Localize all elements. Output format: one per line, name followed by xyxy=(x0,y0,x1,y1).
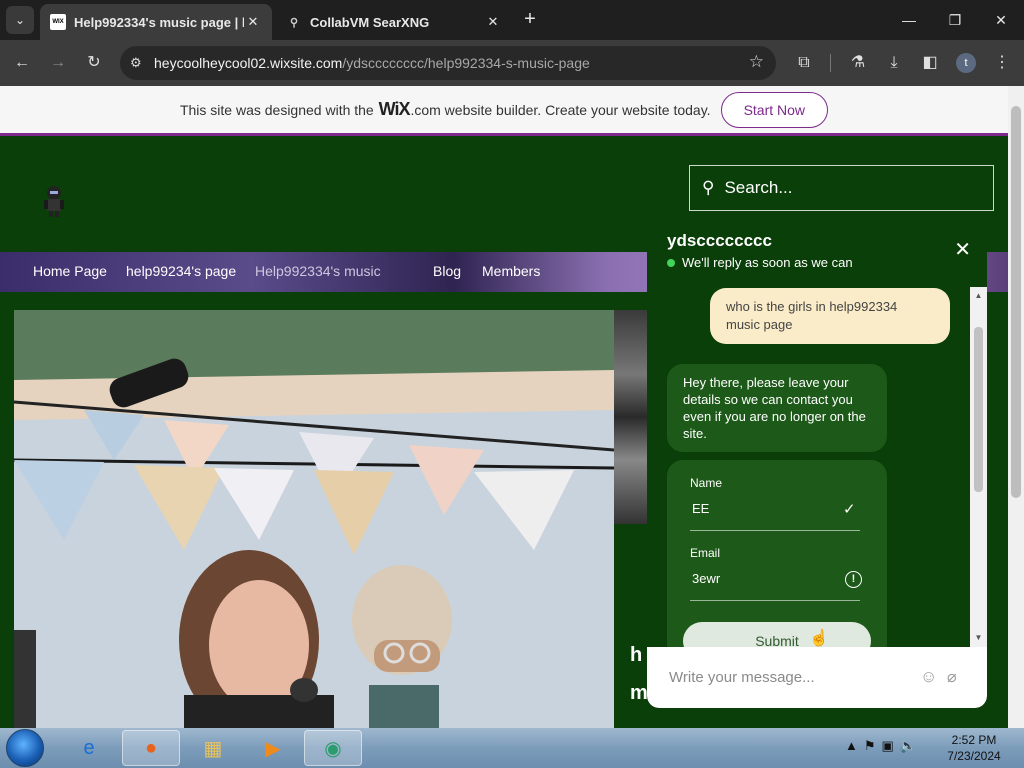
clock-time: 2:52 PM xyxy=(951,733,997,747)
site-logo-character-icon[interactable] xyxy=(40,184,68,218)
user-message-bubble: who is the girls in help992334 music pag… xyxy=(710,288,950,344)
nav-help99234-page[interactable]: help99234's page xyxy=(126,263,236,279)
clock-date: 7/23/2024 xyxy=(947,749,1001,763)
tab-title: CollabVM SearXNG xyxy=(310,14,430,30)
email-field-underline xyxy=(690,600,860,601)
extensions-puzzle-icon[interactable]: ⧉ xyxy=(792,51,816,75)
chat-messages: who is the girls in help992334 music pag… xyxy=(647,287,987,647)
pin-icon: ⚲ xyxy=(289,16,299,29)
edge-browser-icon[interactable]: ◉ xyxy=(304,730,362,766)
start-button[interactable] xyxy=(6,729,44,767)
address-bar[interactable]: ⚙ heycoolheycool02.wixsite.com/ydscccccc… xyxy=(120,46,776,80)
wix-logo[interactable]: WiX xyxy=(379,99,411,120)
nav-home-page[interactable]: Home Page xyxy=(33,263,107,279)
name-field[interactable]: EE xyxy=(692,501,709,516)
scroll-down-arrow-icon[interactable]: ▼ xyxy=(970,633,987,642)
chat-status-text: We'll reply as soon as we can xyxy=(682,255,853,270)
url-host: heycoolheycool02.wixsite.com xyxy=(154,55,343,71)
search-placeholder: Search... xyxy=(724,178,793,197)
online-dot-icon xyxy=(667,258,675,267)
chat-message-input[interactable]: Write your message... ☺ ⌀ xyxy=(647,647,987,708)
page-scroll-thumb[interactable] xyxy=(1011,106,1021,498)
reload-icon[interactable]: ↻ xyxy=(82,51,106,75)
site-settings-icon[interactable]: ⚙ xyxy=(130,55,154,71)
start-now-button[interactable]: Start Now xyxy=(720,91,829,128)
hand-cursor-icon: ☝ xyxy=(809,630,829,647)
checkmark-icon: ✓ xyxy=(843,501,856,518)
profile-avatar[interactable]: t xyxy=(956,53,976,73)
forward-arrow-icon[interactable]: → xyxy=(46,51,70,75)
download-icon[interactable]: ⤓ xyxy=(882,51,906,75)
name-field-underline xyxy=(690,530,860,531)
nav-music-page[interactable]: Help992334's music xyxy=(255,263,381,279)
tab-title: Help992334's music page | hel xyxy=(74,14,244,30)
chat-input-placeholder: Write your message... xyxy=(669,669,815,686)
media-player-icon[interactable]: ▶ xyxy=(244,730,302,766)
attachment-clip-icon[interactable]: ⌀ xyxy=(947,667,957,687)
error-alert-icon: ! xyxy=(845,571,862,588)
clock[interactable]: 2:52 PM 7/23/2024 xyxy=(940,732,1008,764)
scroll-up-arrow-icon[interactable]: ▲ xyxy=(970,291,987,300)
email-field[interactable]: 3ewr xyxy=(692,571,720,586)
tab-music-page[interactable]: WIX Help992334's music page | hel ✕ xyxy=(40,4,272,40)
chat-widget: ydscccccccc We'll reply as soon as we ca… xyxy=(647,219,987,708)
browser-toolbar: ← → ↻ ⚙ heycoolheycool02.wixsite.com/yds… xyxy=(0,40,1024,86)
tab-search-chevron-icon[interactable]: ⌄ xyxy=(6,6,34,34)
email-label: Email xyxy=(690,546,721,560)
system-tray-icons[interactable]: ▲⚑▣🔈 xyxy=(845,738,922,754)
minimize-icon[interactable]: — xyxy=(897,8,921,32)
labs-flask-icon[interactable]: ⚗ xyxy=(846,51,870,75)
contact-form-card: Name EE ✓ Email 3ewr ! Submit ☝ xyxy=(667,460,887,647)
chat-header: ydscccccccc We'll reply as soon as we ca… xyxy=(647,219,987,287)
internet-explorer-icon[interactable]: e xyxy=(60,730,118,766)
tab-close-icon[interactable]: ✕ xyxy=(484,14,502,30)
chat-status: We'll reply as soon as we can xyxy=(667,255,853,270)
side-panel-icon[interactable]: ◧ xyxy=(918,51,942,75)
chat-business-name: ydscccccccc xyxy=(667,231,772,250)
emoji-icon[interactable]: ☺ xyxy=(920,667,937,687)
site-search-input[interactable]: ⚲ Search... xyxy=(689,165,994,211)
banner-text-after: .com website builder. Create your websit… xyxy=(410,101,711,118)
banner-text-before: This site was designed with the xyxy=(179,101,374,118)
restore-icon[interactable]: ❐ xyxy=(943,8,967,32)
search-icon: ⚲ xyxy=(702,178,715,197)
page-scrollbar[interactable] xyxy=(1008,86,1024,728)
more-menu-icon[interactable]: ⋮ xyxy=(990,51,1014,75)
file-explorer-folder-icon[interactable]: ▦ xyxy=(184,730,242,766)
firefox-icon[interactable]: ● xyxy=(122,730,180,766)
wix-favicon-icon: WIX xyxy=(50,14,66,30)
side-heading-letter: m xyxy=(630,682,648,704)
new-tab-plus-icon[interactable]: + xyxy=(518,8,542,32)
tab-searxng[interactable]: ⚲ CollabVM SearXNG ✕ xyxy=(276,4,512,40)
toolbar-divider xyxy=(830,54,831,72)
back-arrow-icon[interactable]: ← xyxy=(10,51,34,75)
hero-photo xyxy=(14,310,614,728)
windows-taskbar: e ● ▦ ▶ ◉ ▲⚑▣🔈 2:52 PM 7/23/2024 xyxy=(0,728,1024,768)
chat-scroll-thumb[interactable] xyxy=(974,327,983,492)
window-close-icon[interactable]: ✕ xyxy=(989,8,1013,32)
chat-scrollbar[interactable]: ▲ ▼ xyxy=(970,287,987,647)
nav-members[interactable]: Members xyxy=(482,263,540,279)
side-heading-letter: h xyxy=(630,644,643,666)
bot-message-bubble: Hey there, please leave your details so … xyxy=(667,364,887,452)
submit-button[interactable]: Submit xyxy=(683,622,871,647)
chat-close-icon[interactable]: ✕ xyxy=(954,237,971,262)
tab-close-icon[interactable]: ✕ xyxy=(244,14,262,30)
browser-tab-bar: ⌄ WIX Help992334's music page | hel ✕ ⚲ … xyxy=(0,0,1024,40)
bookmark-star-icon[interactable]: ☆ xyxy=(749,52,764,72)
url-path: /ydscccccccc/help992334-s-music-page xyxy=(342,55,590,71)
nav-blog[interactable]: Blog xyxy=(433,263,461,279)
wix-promo-banner: This site was designed with the WiX .com… xyxy=(0,86,1008,136)
name-label: Name xyxy=(690,476,723,490)
